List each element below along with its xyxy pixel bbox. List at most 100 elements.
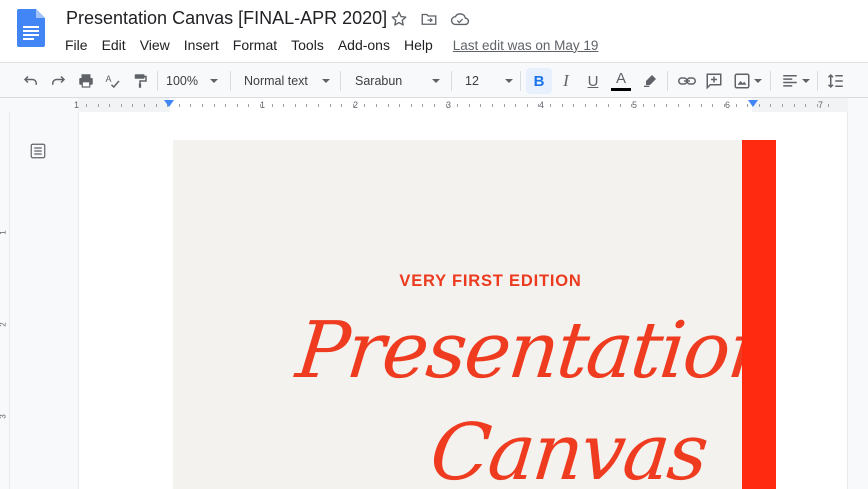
menu-view[interactable]: View xyxy=(133,36,177,54)
ruler-number: 2 xyxy=(0,322,8,326)
italic-button[interactable]: I xyxy=(556,63,576,99)
ruler-tick xyxy=(805,104,806,107)
cover-title-line1: Presentation xyxy=(292,306,743,396)
menu-file[interactable]: File xyxy=(58,36,95,54)
ruler-tick xyxy=(817,104,818,107)
ruler-tick xyxy=(457,104,458,107)
menu-edit[interactable]: Edit xyxy=(95,36,133,54)
ruler-tick xyxy=(654,104,655,107)
chevron-down-icon xyxy=(432,79,441,83)
ruler-tick xyxy=(608,104,609,107)
ruler-tick xyxy=(260,104,261,107)
cloud-saved-icon[interactable] xyxy=(450,10,470,28)
ruler-tick xyxy=(596,104,597,107)
vertical-ruler[interactable]: 1 2 3 xyxy=(0,112,10,489)
menu-bar: File Edit View Insert Format Tools Add-o… xyxy=(58,36,598,54)
font-size-dropdown[interactable]: 12 xyxy=(465,63,515,99)
ruler-number: 3 xyxy=(0,414,8,418)
ruler-tick xyxy=(504,104,505,107)
ruler-tick xyxy=(248,104,249,107)
paint-format-button[interactable] xyxy=(129,63,151,99)
ruler-tick xyxy=(828,104,829,107)
zoom-dropdown[interactable]: 100% xyxy=(166,63,224,99)
ruler-tick xyxy=(190,104,191,107)
font-dropdown[interactable]: Sarabun xyxy=(355,63,441,99)
chevron-down-icon xyxy=(753,79,762,83)
insert-link-button[interactable] xyxy=(676,63,698,99)
menu-insert[interactable]: Insert xyxy=(177,36,226,54)
ruler-tick xyxy=(272,104,273,107)
paint-format-icon xyxy=(134,74,147,88)
ruler-tick xyxy=(364,104,365,107)
cover-title-line2: Canvas xyxy=(426,408,711,489)
title-bar: Presentation Canvas [FINAL-APR 2020] Fil… xyxy=(0,0,868,62)
ruler-number: 6 xyxy=(725,100,731,110)
undo-icon xyxy=(23,75,37,85)
print-button[interactable] xyxy=(75,63,97,99)
ruler-tick xyxy=(689,104,690,107)
undo-button[interactable] xyxy=(20,63,42,99)
insert-image-button[interactable] xyxy=(730,63,764,99)
link-icon xyxy=(678,77,696,85)
menu-help[interactable]: Help xyxy=(397,36,440,54)
underline-button[interactable]: U xyxy=(583,63,603,99)
left-indent-marker[interactable] xyxy=(164,100,174,107)
ruler-number: 7 xyxy=(818,100,824,110)
highlighter-icon xyxy=(644,75,656,87)
add-comment-icon xyxy=(706,73,722,90)
spellcheck-button[interactable]: A xyxy=(102,63,124,99)
ruler-tick xyxy=(237,104,238,107)
ruler-tick xyxy=(132,104,133,107)
ruler-tick xyxy=(422,104,423,107)
menu-addons[interactable]: Add-ons xyxy=(331,36,397,54)
ruler-tick xyxy=(562,104,563,107)
zoom-value: 100% xyxy=(166,74,198,88)
ruler-tick xyxy=(573,104,574,107)
ruler-tick xyxy=(515,104,516,107)
ruler-tick xyxy=(202,104,203,107)
toolbar-divider xyxy=(157,71,158,91)
chevron-down-icon xyxy=(801,79,810,83)
text-color-button[interactable]: A xyxy=(610,63,632,99)
menu-tools[interactable]: Tools xyxy=(284,36,331,54)
document-outline-icon[interactable] xyxy=(29,142,47,160)
bold-label: B xyxy=(533,72,545,90)
ruler-tick xyxy=(736,104,737,107)
toolbar-divider xyxy=(520,71,521,91)
ruler-tick xyxy=(283,104,284,107)
redo-button[interactable] xyxy=(47,63,69,99)
last-edit-link[interactable]: Last edit was on May 19 xyxy=(453,38,599,53)
cover-image[interactable]: VERY FIRST EDITION Presentation Canvas xyxy=(173,140,743,489)
ruler-tick xyxy=(620,104,621,107)
document-title[interactable]: Presentation Canvas [FINAL-APR 2020] xyxy=(66,8,387,29)
bold-button[interactable]: B xyxy=(526,68,552,94)
toolbar-divider xyxy=(340,71,341,91)
ruler-tick xyxy=(770,104,771,107)
ruler-tick xyxy=(306,104,307,107)
docs-logo-icon[interactable] xyxy=(17,9,45,47)
highlight-button[interactable] xyxy=(640,63,660,99)
ruler-tick xyxy=(295,104,296,107)
paragraph-style-dropdown[interactable]: Normal text xyxy=(244,63,332,99)
ruler-tick xyxy=(643,104,644,107)
ruler-tick xyxy=(214,104,215,107)
right-indent-marker[interactable] xyxy=(748,100,758,107)
line-spacing-button[interactable] xyxy=(824,63,848,99)
font-value: Sarabun xyxy=(355,74,403,88)
move-to-folder-icon[interactable] xyxy=(420,10,438,28)
menu-format[interactable]: Format xyxy=(226,36,284,54)
ruler-tick xyxy=(480,104,481,107)
horizontal-ruler[interactable]: 1 1 2 3 4 5 6 7 xyxy=(0,98,868,112)
text-color-label: A xyxy=(615,70,626,87)
chevron-down-icon xyxy=(209,79,218,83)
align-left-icon xyxy=(782,75,797,87)
align-dropdown[interactable] xyxy=(778,63,812,99)
ruler-track xyxy=(78,98,848,112)
ruler-tick xyxy=(701,104,702,107)
toolbar-divider xyxy=(817,71,818,91)
ruler-tick xyxy=(550,104,551,107)
star-icon[interactable] xyxy=(390,10,408,28)
chevron-down-icon xyxy=(321,79,330,83)
ruler-tick xyxy=(376,104,377,107)
insert-comment-button[interactable] xyxy=(703,63,725,99)
